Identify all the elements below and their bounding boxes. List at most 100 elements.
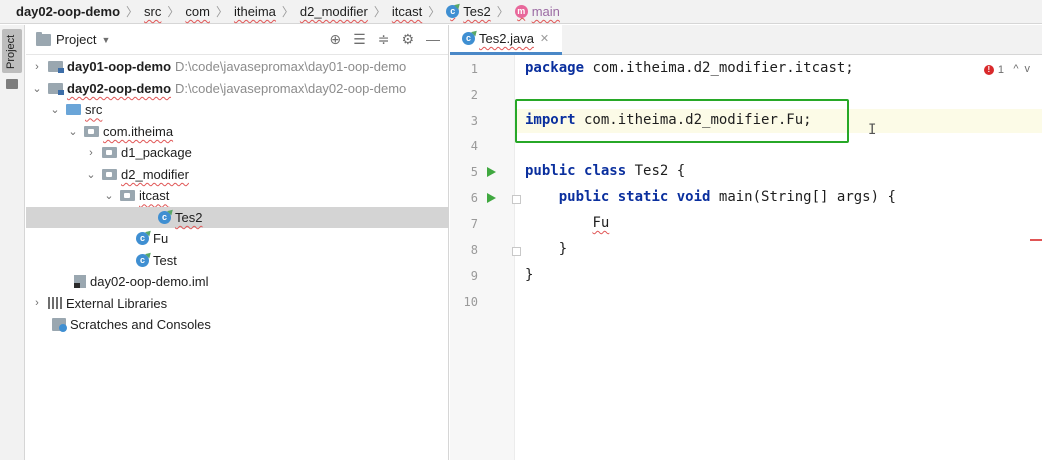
chevron-down-icon[interactable]: ⌄ xyxy=(102,189,116,202)
chevron-down-icon[interactable]: ▼ xyxy=(101,35,110,45)
breadcrumb-d2-modifier[interactable]: d2_modifier xyxy=(300,4,368,19)
tree-item-day01[interactable]: › day01-oop-demo D:\code\javasepromax\da… xyxy=(26,56,449,78)
chevron-down-icon[interactable]: ⌄ xyxy=(66,125,80,138)
tree-item-label: Tes2 xyxy=(175,209,203,225)
code-line-6: public static void main(String[] args) { xyxy=(525,189,896,205)
breadcrumb-com[interactable]: com xyxy=(185,4,210,19)
crosshair-icon[interactable]: ⊕ xyxy=(329,31,341,48)
module-folder-icon xyxy=(48,61,64,74)
fold-marker-icon[interactable] xyxy=(512,195,521,204)
line-number: 4 xyxy=(470,139,478,153)
class-icon: c xyxy=(158,210,171,224)
code-text: Tes2 { xyxy=(626,163,686,179)
chevron-right-icon[interactable]: › xyxy=(84,147,98,159)
tree-item-day02[interactable]: ⌄ day02-oop-demo D:\code\javasepromax\da… xyxy=(26,78,449,100)
error-indicator[interactable]: ! 1 xyxy=(983,64,1004,76)
code-line-7: Fu xyxy=(525,215,609,231)
breadcrumb-tes2[interactable]: c Tes2 xyxy=(446,4,491,19)
code-line-5: public class Tes2 { xyxy=(525,163,685,179)
class-icon: c xyxy=(136,253,149,267)
line-number: 9 xyxy=(470,269,478,283)
tree-item-fu[interactable]: c Fu xyxy=(26,228,449,250)
breadcrumb-separator: 〉 xyxy=(496,5,509,19)
class-icon: c xyxy=(462,32,475,45)
project-tool-tab[interactable]: Project xyxy=(2,29,22,73)
tree-item-label: com.itheima xyxy=(103,123,174,139)
folder-icon[interactable] xyxy=(6,79,18,89)
tree-item-label: day02-oop-demo xyxy=(67,80,172,96)
line-number: 5 xyxy=(470,165,478,179)
tree-item-test[interactable]: c Test xyxy=(26,250,449,272)
line-number: 2 xyxy=(470,88,478,102)
tree-item-iml[interactable]: day02-oop-demo.iml xyxy=(26,271,449,293)
tree-item-path: D:\code\javasepromax\day01-oop-demo xyxy=(175,59,407,75)
code-text-error: Fu xyxy=(592,215,610,231)
tree-item-com-itheima[interactable]: ⌄ com.itheima xyxy=(26,121,449,143)
error-stripe-mark[interactable] xyxy=(1030,239,1042,241)
tree-item-src[interactable]: ⌄ src xyxy=(26,99,449,121)
run-icon[interactable] xyxy=(487,193,496,203)
tree-item-label: day01-oop-demo xyxy=(67,59,172,75)
tree-item-path: D:\code\javasepromax\day02-oop-demo xyxy=(175,80,407,96)
source-folder-icon xyxy=(66,104,81,116)
code-line-1: package com.itheima.d2_modifier.itcast; xyxy=(525,60,854,76)
breadcrumb-itheima[interactable]: itheima xyxy=(234,4,276,19)
chevron-down-icon[interactable]: ⌄ xyxy=(84,168,98,181)
tree-item-label: src xyxy=(85,102,103,118)
tree-item-label: Scratches and Consoles xyxy=(70,317,211,333)
tree-item-label: day02-oop-demo.iml xyxy=(90,274,209,290)
project-tree: › day01-oop-demo D:\code\javasepromax\da… xyxy=(26,56,449,336)
tree-item-tes2[interactable]: c Tes2 xyxy=(26,206,449,228)
line-number: 7 xyxy=(470,217,478,231)
library-icon xyxy=(48,297,62,310)
tree-item-scratches[interactable]: Scratches and Consoles xyxy=(26,314,449,336)
project-panel: Project ▼ ⊕ ☰ ≑ ⚙ — › day01-oop-demo D:\… xyxy=(26,25,449,460)
expand-all-icon[interactable]: ☰ xyxy=(353,31,366,48)
tab-tes2-java[interactable]: c Tes2.java ✕ xyxy=(450,25,562,55)
close-icon[interactable]: ✕ xyxy=(540,32,549,45)
breadcrumb-project[interactable]: day02-oop-demo xyxy=(16,4,120,19)
tree-item-label: Test xyxy=(153,252,177,268)
breadcrumb-src[interactable]: src xyxy=(144,4,161,19)
keyword: public xyxy=(525,163,576,179)
fold-marker-icon[interactable] xyxy=(512,247,521,256)
text-cursor-icon: I xyxy=(868,122,877,138)
minimize-icon[interactable]: — xyxy=(426,31,440,48)
breadcrumb-separator: 〉 xyxy=(126,5,139,19)
keyword: package xyxy=(525,60,585,76)
gear-icon[interactable]: ⚙ xyxy=(401,31,414,48)
module-file-icon xyxy=(74,275,86,289)
problem-navigation[interactable]: ^v xyxy=(1013,63,1036,75)
chevron-up-icon[interactable]: ^ xyxy=(1013,63,1024,75)
project-panel-toolbar: ⊕ ☰ ≑ ⚙ — xyxy=(329,31,440,48)
code-text: } xyxy=(558,241,568,257)
chevron-right-icon[interactable]: › xyxy=(30,297,44,309)
breadcrumb-main[interactable]: m main xyxy=(514,4,560,19)
tree-item-d2-modifier[interactable]: ⌄ d2_modifier xyxy=(26,164,449,186)
chevron-down-icon[interactable]: v xyxy=(1025,63,1037,75)
project-view-selector[interactable]: Project xyxy=(56,32,96,47)
highlight-box xyxy=(515,99,849,143)
breadcrumb-main-label: main xyxy=(531,4,560,19)
package-icon xyxy=(102,147,117,159)
tree-item-external-libraries[interactable]: › External Libraries xyxy=(26,293,449,315)
tab-label: Tes2.java xyxy=(479,31,534,46)
project-tool-tab-label: Project xyxy=(5,34,17,69)
chevron-down-icon[interactable]: ⌄ xyxy=(30,82,44,95)
run-icon[interactable] xyxy=(487,167,496,177)
scratches-icon xyxy=(52,318,67,333)
tree-item-itcast[interactable]: ⌄ itcast xyxy=(26,185,449,207)
tree-item-d1-package[interactable]: › d1_package xyxy=(26,142,449,164)
breadcrumb-itcast[interactable]: itcast xyxy=(392,4,422,19)
code-text: } xyxy=(525,267,534,283)
error-count: 1 xyxy=(997,64,1004,76)
chevron-down-icon[interactable]: ⌄ xyxy=(48,103,62,116)
collapse-all-icon[interactable]: ≑ xyxy=(378,31,390,48)
line-number: 3 xyxy=(470,114,478,128)
package-icon xyxy=(120,190,135,202)
method-icon: m xyxy=(514,5,528,18)
chevron-right-icon[interactable]: › xyxy=(30,61,44,73)
breadcrumb-separator: 〉 xyxy=(167,5,180,19)
code-text: com.itheima.d2_modifier.itcast; xyxy=(584,60,854,76)
package-icon xyxy=(102,168,117,180)
